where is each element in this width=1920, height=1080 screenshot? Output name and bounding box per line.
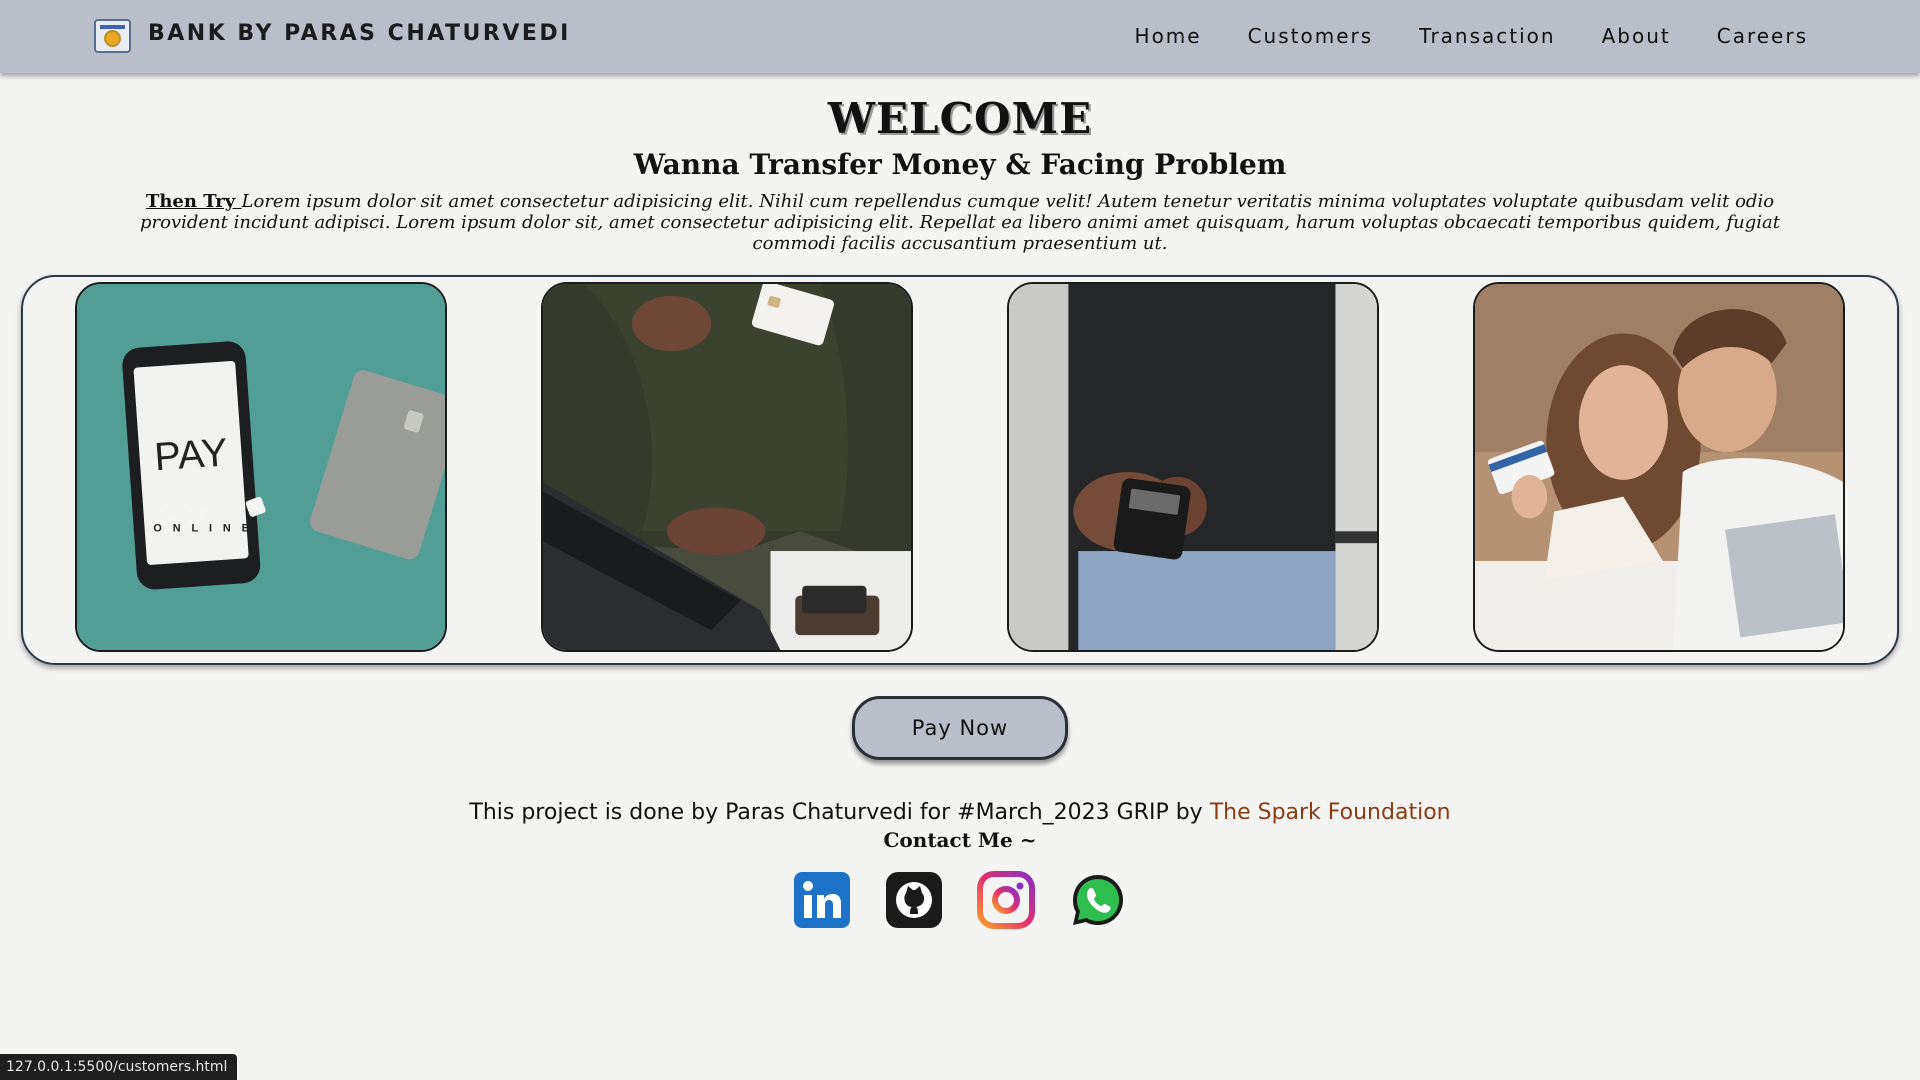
nav-link-customers[interactable]: Customers — [1248, 24, 1374, 48]
pay-now-button[interactable]: Pay Now — [852, 696, 1068, 760]
project-credit: This project is done by Paras Chaturvedi… — [0, 800, 1920, 825]
photo-laptop-card — [541, 282, 913, 652]
photo-card-reader — [1007, 282, 1379, 652]
github-icon[interactable] — [885, 871, 943, 929]
contact-heading: Contact Me ~ — [883, 828, 1037, 852]
bank-logo-icon[interactable] — [94, 19, 131, 53]
photo-phone-pay-online: PAY ONLINE — [75, 282, 447, 652]
whatsapp-icon[interactable] — [1069, 871, 1127, 929]
social-links — [793, 871, 1128, 929]
intro-body: Lorem ipsum dolor sit amet consectetur a… — [140, 191, 1780, 254]
nav-link-about[interactable]: About — [1602, 24, 1671, 48]
status-bar-url: 127.0.0.1:5500/customers.html — [0, 1054, 238, 1080]
nav-link-home[interactable]: Home — [1135, 24, 1202, 48]
intro-paragraph: Then Try Lorem ipsum dolor sit amet cons… — [130, 191, 1790, 254]
navbar: BANK BY PARAS CHATURVEDI Home Customers … — [0, 0, 1920, 73]
pay-text: PAY — [153, 430, 229, 479]
linkedin-icon[interactable] — [793, 871, 851, 929]
spark-foundation-link[interactable]: The Spark Foundation — [1210, 800, 1451, 825]
intro-lead: Then Try — [145, 191, 242, 212]
brand-title[interactable]: BANK BY PARAS CHATURVEDI — [148, 21, 571, 46]
instagram-icon[interactable] — [977, 871, 1035, 929]
nav-link-careers[interactable]: Careers — [1717, 24, 1808, 48]
nav-link-transaction[interactable]: Transaction — [1419, 24, 1555, 48]
photo-couple-card — [1473, 282, 1845, 652]
credit-text: This project is done by Paras Chaturvedi… — [469, 800, 1210, 825]
welcome-heading: WELCOME — [827, 94, 1093, 143]
subheading: Wanna Transfer Money & Facing Problem — [633, 148, 1287, 181]
nav-links: Home Customers Transaction About Careers — [1135, 24, 1808, 48]
online-text: ONLINE — [153, 522, 259, 534]
